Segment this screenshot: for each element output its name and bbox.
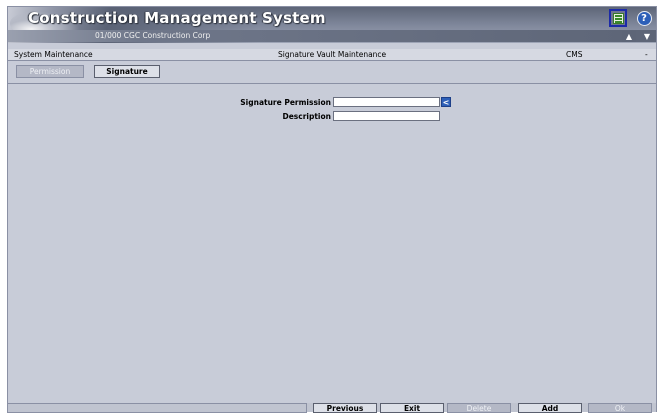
previous-button[interactable]: Previous <box>313 403 377 413</box>
description-input[interactable] <box>333 111 440 121</box>
module-label: System Maintenance <box>14 50 93 59</box>
exit-button[interactable]: Exit <box>380 403 444 413</box>
tab-signature[interactable]: Signature <box>94 65 160 78</box>
add-button[interactable]: Add <box>518 403 582 413</box>
scroll-up-button[interactable]: ▲ <box>622 31 636 42</box>
help-icon: ? <box>636 10 652 26</box>
grid-button[interactable] <box>609 9 627 27</box>
title-strip: System Maintenance Signature Vault Maint… <box>8 49 656 61</box>
ok-button[interactable]: Ok <box>588 403 652 413</box>
signature-permission-input[interactable] <box>333 97 440 107</box>
system-code: CMS <box>566 50 583 59</box>
arrow-up-icon: ▲ <box>625 32 633 41</box>
status-panel <box>7 403 307 413</box>
app-title: Construction Management System <box>28 9 326 27</box>
minimize-button[interactable]: - <box>645 50 648 59</box>
delete-button[interactable]: Delete <box>447 403 511 413</box>
scroll-down-button[interactable]: ▼ <box>640 31 654 42</box>
screen-title: Signature Vault Maintenance <box>278 50 387 59</box>
lookup-button[interactable]: < <box>441 97 451 107</box>
company-label: 01/000 CGC Construction Corp <box>95 31 211 40</box>
description-label: Description <box>282 112 331 121</box>
lookup-icon: < <box>442 97 450 107</box>
tab-permission[interactable]: Permission <box>16 65 84 78</box>
tab-bar: Permission Signature <box>8 62 656 84</box>
grid-icon <box>612 12 624 24</box>
app-window: Construction Management System 01/000 CG… <box>7 6 657 412</box>
signature-permission-label: Signature Permission <box>240 98 331 107</box>
arrow-down-icon: ▼ <box>643 32 651 41</box>
help-button[interactable]: ? <box>635 9 653 27</box>
header: Construction Management System 01/000 CG… <box>8 7 656 43</box>
